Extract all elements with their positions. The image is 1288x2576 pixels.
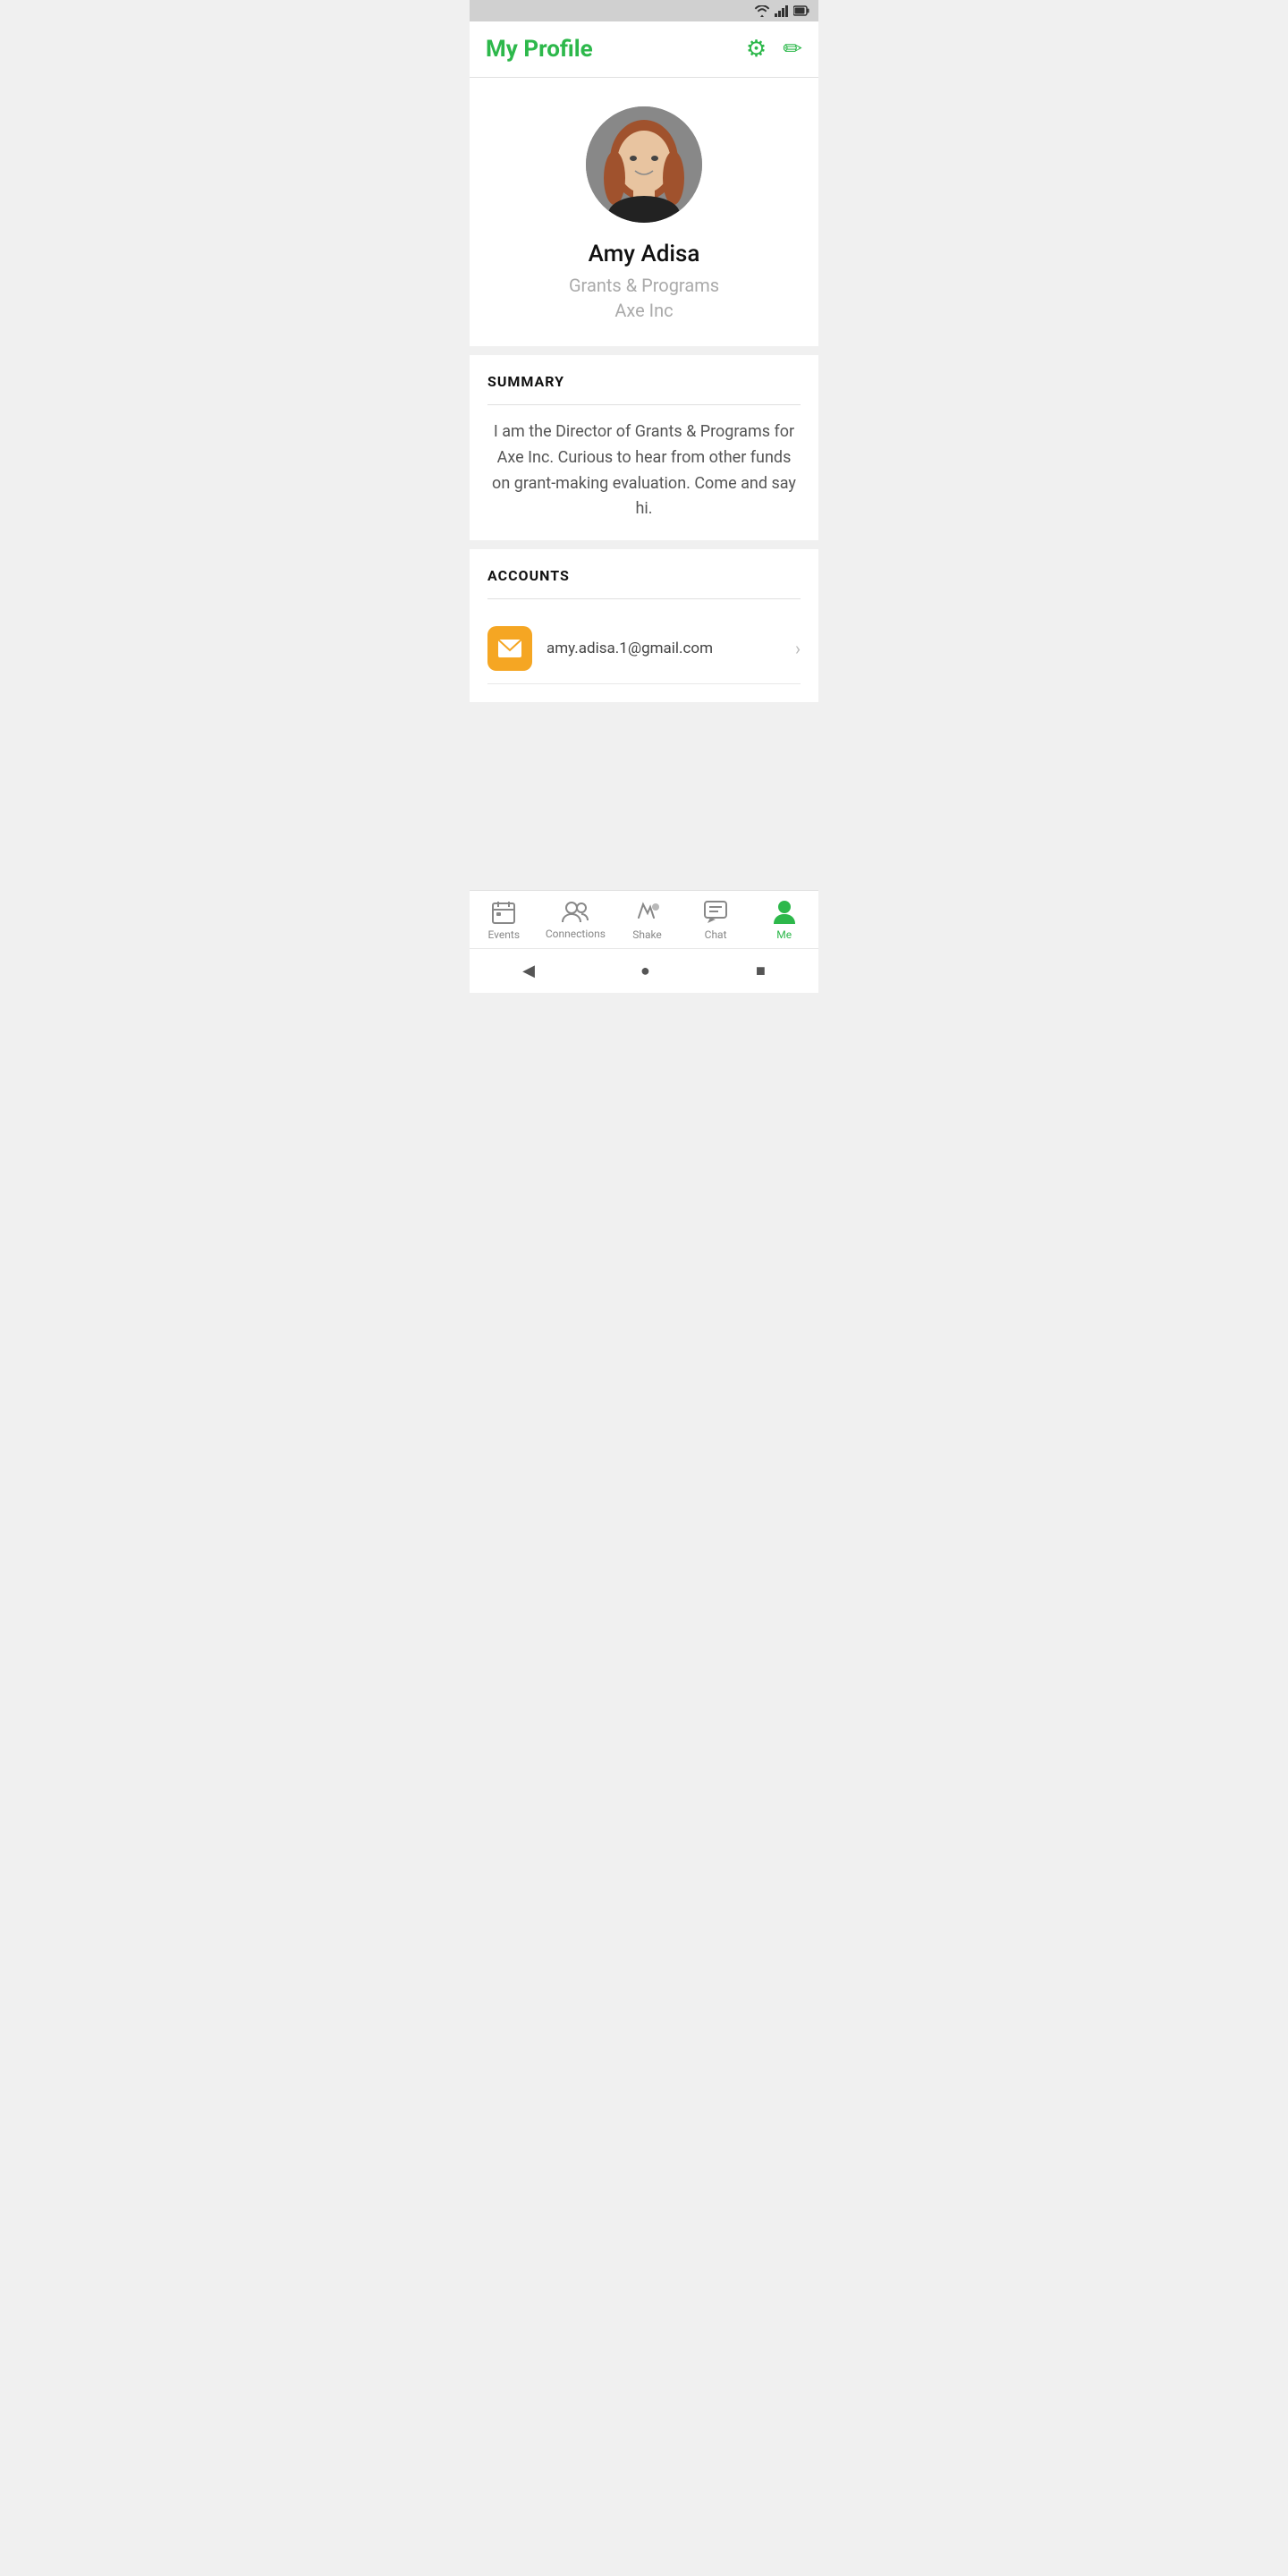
summary-section: SUMMARY I am the Director of Grants & Pr… <box>470 355 818 540</box>
system-nav: ◀ ● ■ <box>470 948 818 993</box>
page-title: My Profile <box>486 36 593 63</box>
battery-icon <box>793 5 809 16</box>
recent-button[interactable]: ■ <box>756 962 766 980</box>
home-button[interactable]: ● <box>640 962 650 980</box>
summary-title: SUMMARY <box>487 373 801 390</box>
accounts-section: ACCOUNTS amy.adisa.1@gmail.com › <box>470 549 818 702</box>
nav-item-connections[interactable]: Connections <box>546 901 606 940</box>
bottom-nav: Events Connections Shake Chat Me <box>470 890 818 948</box>
nav-label-events: Events <box>488 928 521 941</box>
avatar <box>586 106 702 223</box>
profile-section: Amy Adisa Grants & Programs Axe Inc <box>470 78 818 346</box>
chat-icon <box>703 900 728 925</box>
shake-icon <box>634 900 661 925</box>
nav-item-shake[interactable]: Shake <box>621 900 674 941</box>
wifi-icon <box>754 5 770 17</box>
account-row[interactable]: amy.adisa.1@gmail.com › <box>487 614 801 684</box>
header: My Profile <box>470 21 818 78</box>
nav-label-me: Me <box>776 928 792 941</box>
summary-text: I am the Director of Grants & Programs f… <box>487 419 801 522</box>
account-email: amy.adisa.1@gmail.com <box>547 640 795 657</box>
status-bar <box>470 0 818 21</box>
email-icon <box>497 639 522 658</box>
profile-role: Grants & Programs <box>569 275 719 296</box>
header-actions <box>746 36 802 63</box>
accounts-title: ACCOUNTS <box>487 567 801 584</box>
nav-item-events[interactable]: Events <box>477 900 530 941</box>
me-icon <box>773 900 796 925</box>
profile-name: Amy Adisa <box>589 241 700 267</box>
summary-divider <box>487 404 801 405</box>
accounts-divider <box>487 598 801 599</box>
gmail-icon-box <box>487 626 532 671</box>
account-chevron-icon: › <box>795 638 801 659</box>
nav-item-me[interactable]: Me <box>758 900 811 941</box>
events-icon <box>491 900 516 925</box>
nav-label-shake: Shake <box>632 928 662 941</box>
nav-label-connections: Connections <box>546 928 606 940</box>
settings-icon[interactable] <box>746 36 767 63</box>
signal-icon <box>775 5 789 17</box>
nav-label-chat: Chat <box>705 928 727 941</box>
connections-icon <box>562 901 589 924</box>
profile-company: Axe Inc <box>614 300 673 321</box>
nav-item-chat[interactable]: Chat <box>689 900 742 941</box>
back-button[interactable]: ◀ <box>522 962 535 980</box>
content-spacer <box>470 711 818 890</box>
edit-icon[interactable] <box>783 36 802 63</box>
